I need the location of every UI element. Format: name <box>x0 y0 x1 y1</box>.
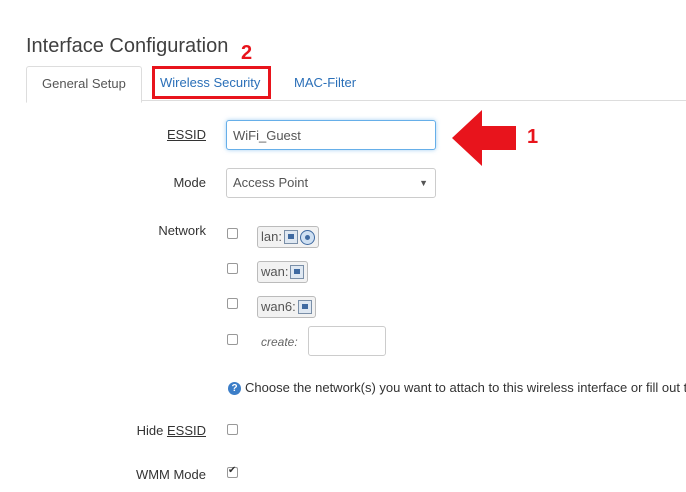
network-create-label: create: <box>261 335 298 349</box>
network-lan-label: lan: <box>261 229 282 244</box>
page-title: Interface Configuration <box>26 35 229 57</box>
network-create-input[interactable] <box>308 326 386 356</box>
essid-input[interactable] <box>226 120 436 150</box>
tab-mac-filter[interactable]: MAC-Filter <box>279 66 371 100</box>
network-help-text: Choose the network(s) you want to attach… <box>245 380 686 395</box>
mode-select-value: Access Point <box>233 175 309 190</box>
hide-essid-label-prefix: Hide <box>136 423 167 438</box>
mode-label: Mode <box>173 175 206 190</box>
chevron-down-icon: ▼ <box>419 178 428 188</box>
network-wan6-badge: wan6: <box>257 296 316 318</box>
network-wan6-checkbox[interactable] <box>227 298 238 309</box>
annotation-arrow-icon <box>452 110 516 166</box>
essid-label: ESSID <box>86 127 206 142</box>
network-wan-checkbox[interactable] <box>227 263 238 274</box>
annotation-highlight-box <box>152 66 271 99</box>
wifi-icon <box>299 229 315 245</box>
network-wan-label: wan: <box>261 264 289 279</box>
hide-essid-label: Hide ESSID <box>86 423 206 438</box>
ethernet-icon <box>297 300 312 314</box>
network-lan-badge: lan: <box>257 226 319 248</box>
help-icon: ? <box>228 382 241 395</box>
annotation-number-2: 2 <box>241 42 253 64</box>
hide-essid-checkbox[interactable] <box>227 424 238 435</box>
wmm-mode-checkbox[interactable] <box>227 465 238 478</box>
network-label: Network <box>158 223 206 238</box>
wmm-mode-label: WMM Mode <box>135 467 206 482</box>
tab-general-setup[interactable]: General Setup <box>26 66 142 103</box>
essid-label-text: ESSID <box>166 127 206 142</box>
network-create-checkbox[interactable] <box>227 334 238 345</box>
ethernet-icon <box>283 230 298 244</box>
hide-essid-label-text: ESSID <box>166 423 206 438</box>
mode-select[interactable]: Access Point ▼ <box>226 168 436 198</box>
network-lan-checkbox[interactable] <box>227 228 238 239</box>
network-wan-badge: wan: <box>257 261 309 283</box>
ethernet-icon <box>290 265 305 279</box>
network-wan6-label: wan6: <box>261 299 296 314</box>
annotation-number-1: 1 <box>527 126 539 148</box>
